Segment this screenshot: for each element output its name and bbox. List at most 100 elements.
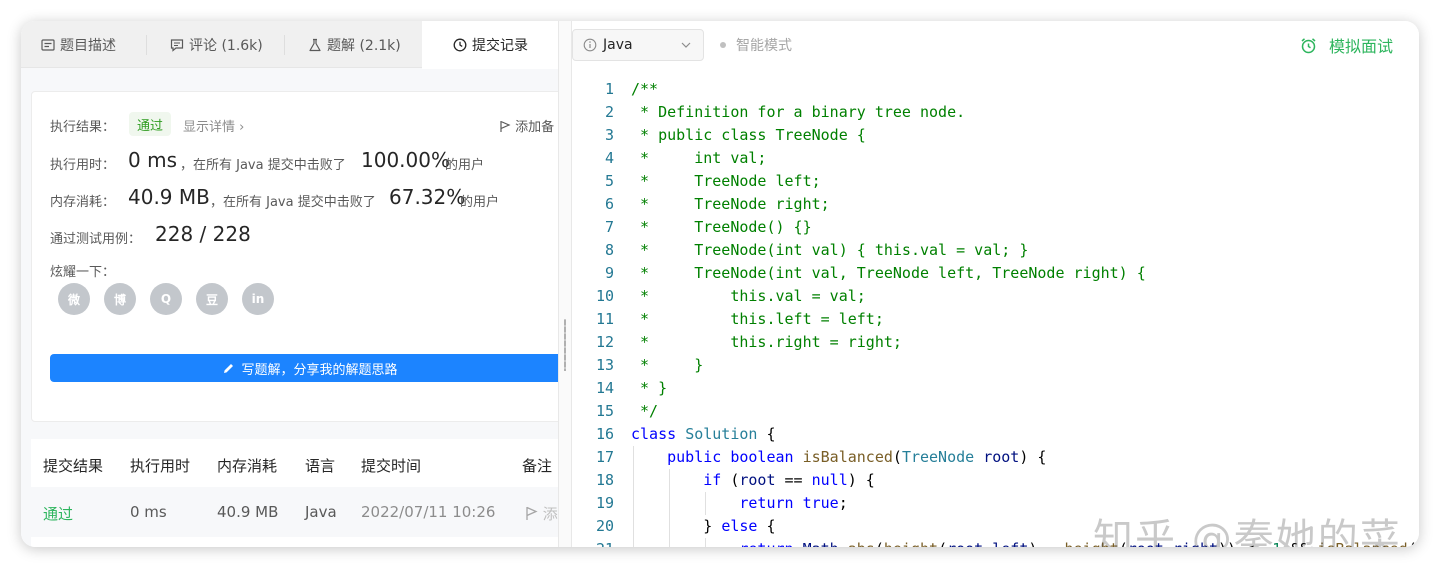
line-number: 8 — [604, 241, 614, 259]
line-number: 2 — [604, 103, 614, 121]
table-row[interactable]: 通过 0 ms 40.9 MB Java 2022/07/11 10:26 添 — [31, 487, 558, 537]
code-line[interactable]: 4 * int val; — [572, 147, 1419, 170]
drag-handle-icon[interactable] — [564, 319, 566, 371]
code-editor[interactable]: 1 /** 2 * Definition for a binary tree nod… — [572, 68, 1419, 547]
editor-toolbar: Java 智能模式 模拟面试 — [572, 21, 1419, 68]
code-token: Solution — [685, 425, 767, 443]
code-text: * this.val = val; — [631, 285, 866, 308]
column-header: 语言 — [305, 457, 336, 475]
code-line[interactable]: 18 if (root == null) { — [572, 469, 1419, 492]
code-text: * public class TreeNode { — [631, 124, 866, 147]
line-number: 6 — [604, 195, 614, 213]
code-token: * TreeNode(int val) { this.val = val; } — [631, 241, 1029, 259]
code-line[interactable]: 16 class Solution { — [572, 423, 1419, 446]
code-token: return — [739, 494, 803, 512]
share-douban[interactable]: 豆 — [196, 283, 228, 315]
info-icon — [583, 38, 597, 52]
code-line[interactable]: 10 * this.val = val; — [572, 285, 1419, 308]
code-token: } — [631, 517, 722, 535]
douban-icon: 豆 — [205, 292, 218, 307]
share-qq[interactable]: Q — [150, 283, 182, 315]
code-token: Math — [803, 540, 839, 547]
share-wechat[interactable]: 微 — [58, 283, 90, 315]
code-text: * Definition for a binary tree node. — [631, 101, 965, 124]
share-weibo[interactable]: 博 — [104, 283, 136, 315]
code-token: { — [766, 517, 776, 535]
code-line[interactable]: 13 * } — [572, 354, 1419, 377]
row-result[interactable]: 通过 — [43, 503, 73, 524]
code-text: * TreeNode right; — [631, 193, 830, 216]
pane-divider[interactable] — [558, 21, 572, 547]
code-line[interactable]: 2 * Definition for a binary tree node. — [572, 101, 1419, 124]
code-token: ) { — [847, 471, 875, 489]
line-number: 3 — [604, 126, 614, 144]
write-solution-label: 写题解，分享我的解题思路 — [241, 362, 398, 378]
code-line[interactable]: 8 * TreeNode(int val) { this.val = val; … — [572, 239, 1419, 262]
tab-comments-label: 评论 (1.6k) — [189, 37, 263, 54]
code-token: * } — [631, 379, 668, 397]
code-token: ( — [1408, 540, 1417, 547]
code-line[interactable]: 9 * TreeNode(int val, TreeNode left, Tre… — [572, 262, 1419, 285]
smart-mode-toggle[interactable]: 智能模式 — [720, 35, 792, 55]
code-line[interactable]: 12 * this.right = right; — [572, 331, 1419, 354]
code-token: if — [703, 471, 731, 489]
code-token: else — [721, 517, 767, 535]
code-line[interactable]: 7 * TreeNode() {} — [572, 216, 1419, 239]
code-line[interactable]: 11 * this.left = left; — [572, 308, 1419, 331]
tab-solutions[interactable]: 题解 (2.1k) — [308, 21, 401, 68]
memory-tail: 的用户 — [460, 195, 500, 210]
add-note-button[interactable]: 添加备 — [499, 116, 554, 135]
code-line[interactable]: 3 * public class TreeNode { — [572, 124, 1419, 147]
code-text: * this.left = left; — [631, 308, 884, 331]
code-text: * TreeNode(int val) { this.val = val; } — [631, 239, 1028, 262]
code-line[interactable]: 5 * TreeNode left; — [572, 170, 1419, 193]
tab-solutions-label: 题解 (2.1k) — [327, 37, 401, 54]
tab-description-label: 题目描述 — [60, 37, 116, 54]
row-language: Java — [305, 503, 337, 521]
mock-interview-button[interactable]: 模拟面试 — [1300, 33, 1393, 57]
tab-submissions[interactable]: 提交记录 — [422, 21, 558, 69]
row-note-button[interactable]: 添 — [525, 503, 558, 524]
code-token: * Definition for a binary tree node. — [631, 103, 966, 121]
runtime-value: 0 ms — [128, 148, 177, 172]
tab-description[interactable]: 题目描述 — [41, 21, 116, 68]
wechat-icon: 微 — [67, 292, 80, 307]
code-token: abs — [848, 540, 875, 547]
code-token: root — [983, 448, 1020, 466]
tab-comments[interactable]: 评论 (1.6k) — [170, 21, 263, 68]
mock-interview-label: 模拟面试 — [1328, 37, 1393, 56]
code-line[interactable]: 1 /** — [572, 78, 1419, 101]
line-number: 10 — [595, 287, 614, 305]
code-text: if (root == null) { — [631, 469, 875, 492]
code-text: * int val; — [631, 147, 766, 170]
memory-compare-text: ，在所有 Java 提交中击败了 — [210, 195, 376, 210]
row-time: 2022/07/11 10:26 — [361, 503, 496, 521]
share-linkedin[interactable]: in — [242, 283, 274, 315]
write-solution-button[interactable]: 写题解，分享我的解题思路 — [50, 354, 558, 382]
code-line[interactable]: 6 * TreeNode right; — [572, 193, 1419, 216]
line-number: 12 — [595, 333, 614, 351]
code-line[interactable]: 17 public boolean isBalanced(TreeNode ro… — [572, 446, 1419, 469]
code-line[interactable]: 15 */ — [572, 400, 1419, 423]
status-badge: 通过 — [129, 112, 171, 136]
code-token: * int val; — [631, 149, 767, 167]
language-select[interactable]: Java — [572, 29, 704, 61]
row-memory: 40.9 MB — [217, 503, 279, 521]
code-token: ( — [892, 448, 902, 466]
line-number: 1 — [604, 80, 614, 98]
line-number: 18 — [595, 471, 614, 489]
code-line[interactable]: 14 * } — [572, 377, 1419, 400]
watermark: 知乎 @秦她的菜 — [1093, 516, 1402, 547]
code-text: } else { — [631, 515, 776, 538]
weibo-icon: 博 — [113, 292, 126, 307]
tab-bar: 题目描述 评论 (1.6k) 题解 (2.1k) 提交记录 — [21, 21, 558, 69]
code-token: root — [947, 540, 983, 547]
code-token: ( — [938, 540, 947, 547]
code-token: * this.left = left; — [631, 310, 884, 328]
line-number: 15 — [595, 402, 614, 420]
code-text: * TreeNode(int val, TreeNode left, TreeN… — [631, 262, 1146, 285]
add-note-label: 添加备 — [515, 120, 555, 135]
details-link[interactable]: 显示详情 › — [183, 116, 244, 135]
